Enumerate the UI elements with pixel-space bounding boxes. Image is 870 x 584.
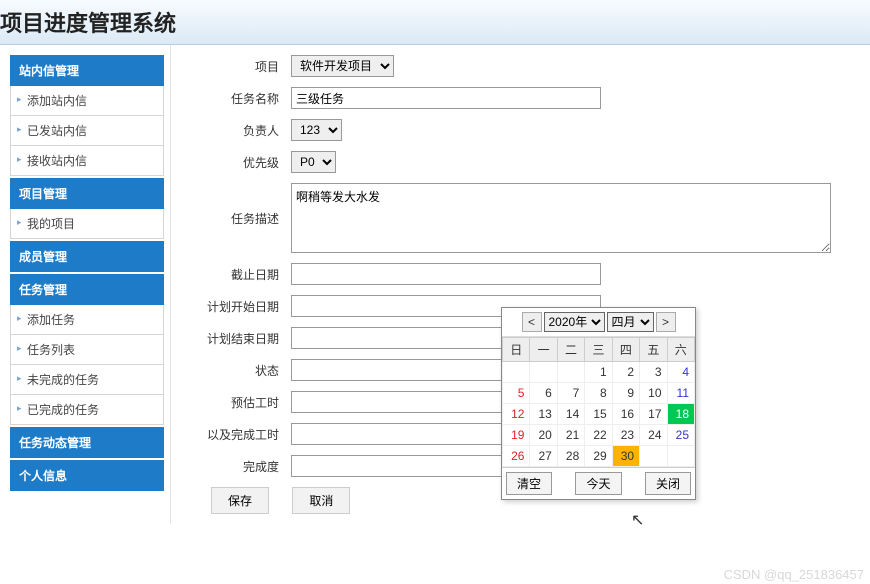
task-name-label: 任务名称	[191, 90, 291, 107]
project-label: 项目	[191, 58, 291, 75]
cancel-button[interactable]: 取消	[292, 487, 350, 514]
datepicker-close[interactable]: 关闭	[645, 472, 691, 495]
priority-select[interactable]: P0	[291, 151, 336, 173]
datepicker-day[interactable]: 24	[640, 425, 667, 446]
menu-title[interactable]: 站内信管理	[10, 55, 164, 86]
datepicker-dow: 四	[612, 338, 639, 362]
datepicker-year-select[interactable]: 2020年	[544, 312, 605, 332]
datepicker-day[interactable]: 30	[612, 446, 639, 467]
menu-item[interactable]: 已发站内信	[10, 116, 164, 146]
status-label: 状态	[191, 362, 291, 379]
datepicker-day[interactable]: 12	[503, 404, 530, 425]
datepicker-dow: 六	[667, 338, 694, 362]
datepicker-day[interactable]: 9	[612, 383, 639, 404]
menu-item[interactable]: 我的项目	[10, 209, 164, 239]
datepicker-day[interactable]: 2	[612, 362, 639, 383]
datepicker-day	[503, 362, 530, 383]
datepicker-day[interactable]: 26	[503, 446, 530, 467]
watermark: CSDN @qq_251836457	[724, 567, 864, 582]
datepicker-day	[640, 446, 667, 467]
menu-title[interactable]: 任务动态管理	[10, 427, 164, 458]
datepicker-prev[interactable]: <	[522, 312, 542, 332]
datepicker-day	[667, 446, 694, 467]
datepicker-day[interactable]: 7	[557, 383, 584, 404]
datepicker-day[interactable]: 3	[640, 362, 667, 383]
datepicker-day[interactable]: 22	[585, 425, 612, 446]
datepicker-day[interactable]: 27	[530, 446, 557, 467]
desc-label: 任务描述	[191, 210, 291, 227]
datepicker-day[interactable]: 25	[667, 425, 694, 446]
menu-item[interactable]: 添加任务	[10, 305, 164, 335]
datepicker-day[interactable]: 15	[585, 404, 612, 425]
datepicker-day[interactable]: 5	[503, 383, 530, 404]
datepicker-next[interactable]: >	[656, 312, 676, 332]
datepicker-day[interactable]: 28	[557, 446, 584, 467]
deadline-label: 截止日期	[191, 266, 291, 283]
datepicker-day	[530, 362, 557, 383]
datepicker-today[interactable]: 今天	[575, 472, 621, 495]
save-button[interactable]: 保存	[211, 487, 269, 514]
menu-item[interactable]: 任务列表	[10, 335, 164, 365]
page-title: 项目进度管理系统	[0, 6, 860, 38]
datepicker-day[interactable]: 13	[530, 404, 557, 425]
datepicker-day[interactable]: 4	[667, 362, 694, 383]
datepicker-dow: 三	[585, 338, 612, 362]
datepicker-day[interactable]: 10	[640, 383, 667, 404]
datepicker-dow: 日	[503, 338, 530, 362]
desc-textarea[interactable]: 啊稍等发大水发	[291, 183, 831, 253]
menu-item[interactable]: 接收站内信	[10, 146, 164, 176]
estimate-label: 预估工时	[191, 394, 291, 411]
datepicker-day[interactable]: 29	[585, 446, 612, 467]
owner-select[interactable]: 123	[291, 119, 342, 141]
datepicker-dow: 二	[557, 338, 584, 362]
menu-item[interactable]: 未完成的任务	[10, 365, 164, 395]
planstart-label: 计划开始日期	[191, 298, 291, 315]
menu-title[interactable]: 项目管理	[10, 178, 164, 209]
owner-label: 负责人	[191, 122, 291, 139]
datepicker-day[interactable]: 11	[667, 383, 694, 404]
menu-title[interactable]: 任务管理	[10, 274, 164, 305]
datepicker-day[interactable]: 20	[530, 425, 557, 446]
datepicker-day[interactable]: 6	[530, 383, 557, 404]
priority-label: 优先级	[191, 154, 291, 171]
datepicker-clear[interactable]: 清空	[506, 472, 552, 495]
datepicker-day[interactable]: 18	[667, 404, 694, 425]
datepicker-day[interactable]: 16	[612, 404, 639, 425]
datepicker-day[interactable]: 14	[557, 404, 584, 425]
planend-label: 计划结束日期	[191, 330, 291, 347]
menu-item[interactable]: 已完成的任务	[10, 395, 164, 425]
datepicker-day[interactable]: 23	[612, 425, 639, 446]
deadline-input[interactable]	[291, 263, 601, 285]
menu-title[interactable]: 个人信息	[10, 460, 164, 491]
main-content: 项目 软件开发项目 任务名称 负责人 123 优先级 P0 任务描述 啊稍等发大…	[170, 45, 870, 524]
datepicker-month-select[interactable]: 四月	[607, 312, 654, 332]
progress-label: 完成度	[191, 458, 291, 475]
datepicker-day[interactable]: 17	[640, 404, 667, 425]
datepicker-day[interactable]: 19	[503, 425, 530, 446]
menu-item[interactable]: 添加站内信	[10, 86, 164, 116]
menu-title[interactable]: 成员管理	[10, 241, 164, 272]
datepicker-day[interactable]: 8	[585, 383, 612, 404]
task-name-input[interactable]	[291, 87, 601, 109]
datepicker-day	[557, 362, 584, 383]
datepicker-day[interactable]: 21	[557, 425, 584, 446]
datepicker-day[interactable]: 1	[585, 362, 612, 383]
datepicker-dow: 五	[640, 338, 667, 362]
datepicker: < 2020年 四月 > 日一二三四五六 1234567891011121314…	[501, 307, 696, 500]
app-header: 项目进度管理系统	[0, 0, 870, 45]
project-select[interactable]: 软件开发项目	[291, 55, 394, 77]
donehours-label: 以及完成工时	[191, 426, 291, 443]
datepicker-grid: 日一二三四五六 12345678910111213141516171819202…	[502, 337, 695, 467]
sidebar: 站内信管理添加站内信已发站内信接收站内信项目管理我的项目成员管理任务管理添加任务…	[0, 45, 170, 524]
datepicker-dow: 一	[530, 338, 557, 362]
